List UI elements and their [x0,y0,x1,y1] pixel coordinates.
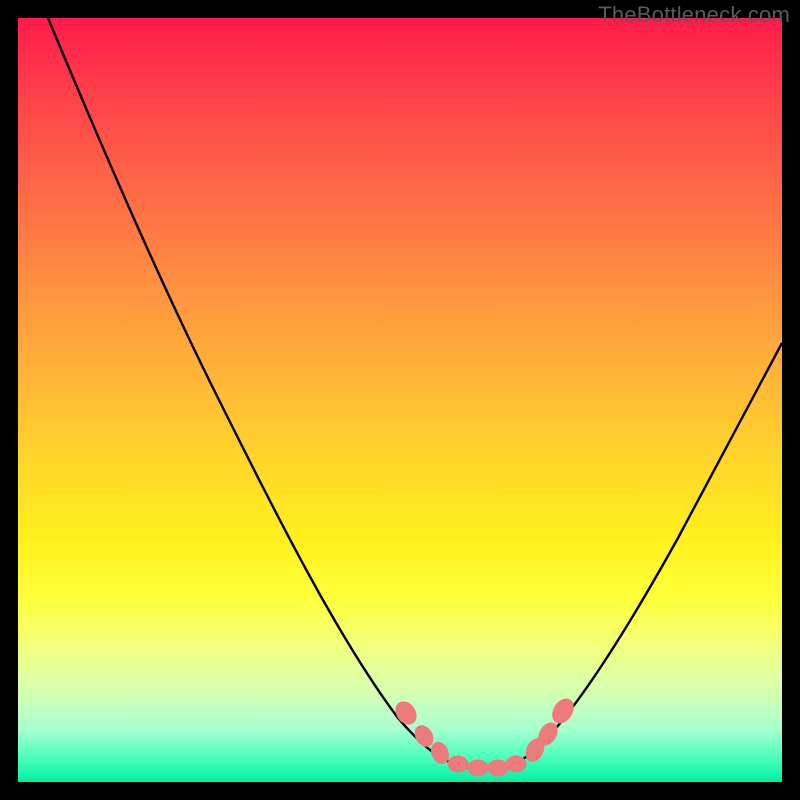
curve-svg [18,18,782,782]
bottleneck-curve [48,18,782,768]
chart-frame: TheBottleneck.com [0,0,800,800]
marker-group [392,695,578,776]
plot-area [18,18,782,782]
